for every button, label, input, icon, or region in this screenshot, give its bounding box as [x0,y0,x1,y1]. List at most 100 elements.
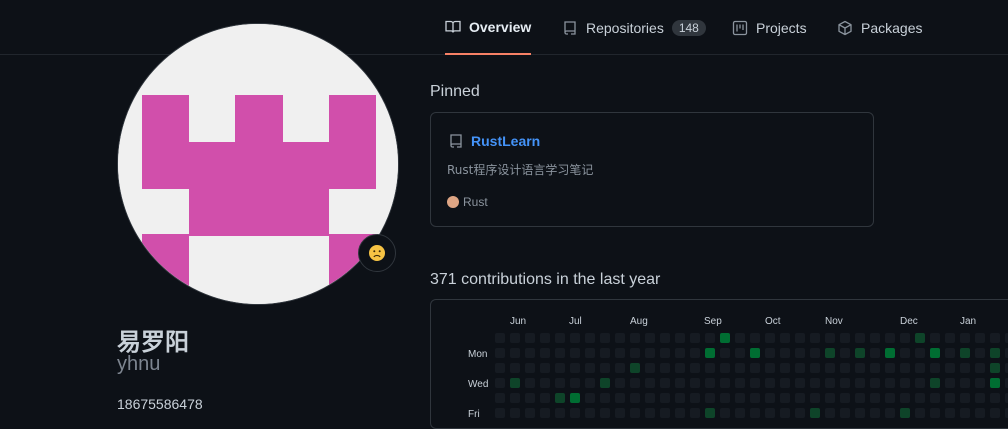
contribution-day-cell[interactable] [630,363,640,373]
contribution-day-cell[interactable] [945,348,955,358]
contribution-day-cell[interactable] [600,333,610,343]
contribution-day-cell[interactable] [630,408,640,418]
contribution-day-cell[interactable] [990,348,1000,358]
contribution-day-cell[interactable] [555,348,565,358]
contribution-day-cell[interactable] [675,333,685,343]
contribution-day-cell[interactable] [555,363,565,373]
contribution-day-cell[interactable] [750,408,760,418]
contribution-day-cell[interactable] [855,333,865,343]
contribution-day-cell[interactable] [735,408,745,418]
contribution-day-cell[interactable] [645,363,655,373]
contribution-day-cell[interactable] [780,348,790,358]
contribution-day-cell[interactable] [975,408,985,418]
contribution-day-cell[interactable] [960,348,970,358]
contribution-day-cell[interactable] [750,348,760,358]
contribution-day-cell[interactable] [975,333,985,343]
contribution-day-cell[interactable] [585,348,595,358]
contribution-day-cell[interactable] [570,363,580,373]
contribution-day-cell[interactable] [915,348,925,358]
contribution-day-cell[interactable] [930,378,940,388]
contribution-day-cell[interactable] [630,393,640,403]
contribution-day-cell[interactable] [555,408,565,418]
contribution-day-cell[interactable] [870,378,880,388]
contribution-day-cell[interactable] [735,378,745,388]
contribution-day-cell[interactable] [945,393,955,403]
contribution-day-cell[interactable] [780,378,790,388]
contribution-day-cell[interactable] [990,378,1000,388]
contribution-day-cell[interactable] [810,408,820,418]
contribution-day-cell[interactable] [960,363,970,373]
contribution-day-cell[interactable] [945,333,955,343]
contribution-day-cell[interactable] [765,408,775,418]
tab-overview[interactable]: Overview [445,0,532,55]
contribution-day-cell[interactable] [495,378,505,388]
contribution-day-cell[interactable] [600,378,610,388]
contribution-day-cell[interactable] [885,393,895,403]
contribution-day-cell[interactable] [735,333,745,343]
contribution-day-cell[interactable] [840,363,850,373]
contribution-day-cell[interactable] [690,393,700,403]
contribution-day-cell[interactable] [840,348,850,358]
contribution-day-cell[interactable] [555,393,565,403]
tab-repositories[interactable]: Repositories 148 [562,0,706,55]
contribution-day-cell[interactable] [795,348,805,358]
contribution-day-cell[interactable] [525,348,535,358]
contribution-day-cell[interactable] [900,348,910,358]
contribution-day-cell[interactable] [555,333,565,343]
contribution-day-cell[interactable] [600,393,610,403]
contribution-day-cell[interactable] [600,363,610,373]
contribution-day-cell[interactable] [585,393,595,403]
contribution-day-cell[interactable] [495,363,505,373]
pinned-repo-link[interactable]: RustLearn [471,133,540,149]
contribution-day-cell[interactable] [690,408,700,418]
contribution-day-cell[interactable] [750,363,760,373]
contribution-day-cell[interactable] [765,348,775,358]
contribution-day-cell[interactable] [885,378,895,388]
contribution-day-cell[interactable] [840,378,850,388]
contribution-day-cell[interactable] [720,348,730,358]
contribution-day-cell[interactable] [615,408,625,418]
contribution-day-cell[interactable] [825,348,835,358]
contribution-day-cell[interactable] [705,378,715,388]
contribution-day-cell[interactable] [495,333,505,343]
contribution-day-cell[interactable] [540,378,550,388]
contribution-day-cell[interactable] [870,363,880,373]
contribution-day-cell[interactable] [525,408,535,418]
contribution-day-cell[interactable] [855,378,865,388]
contribution-day-cell[interactable] [795,408,805,418]
contribution-day-cell[interactable] [525,378,535,388]
contribution-day-cell[interactable] [990,363,1000,373]
contribution-day-cell[interactable] [870,348,880,358]
contribution-day-cell[interactable] [975,378,985,388]
contribution-day-cell[interactable] [840,393,850,403]
contribution-day-cell[interactable] [510,393,520,403]
contribution-day-cell[interactable] [705,408,715,418]
contribution-day-cell[interactable] [750,378,760,388]
contribution-day-cell[interactable] [915,333,925,343]
contribution-day-cell[interactable] [555,378,565,388]
contribution-day-cell[interactable] [825,408,835,418]
contribution-day-cell[interactable] [690,363,700,373]
contribution-day-cell[interactable] [765,378,775,388]
contribution-day-cell[interactable] [525,393,535,403]
contribution-day-cell[interactable] [570,378,580,388]
contribution-day-cell[interactable] [720,363,730,373]
contribution-day-cell[interactable] [825,333,835,343]
contribution-day-cell[interactable] [930,393,940,403]
contribution-day-cell[interactable] [780,408,790,418]
contribution-day-cell[interactable] [765,333,775,343]
contribution-day-cell[interactable] [540,393,550,403]
contribution-day-cell[interactable] [690,378,700,388]
contribution-day-cell[interactable] [645,408,655,418]
contribution-day-cell[interactable] [780,333,790,343]
contribution-day-cell[interactable] [720,378,730,388]
contribution-day-cell[interactable] [675,348,685,358]
contribution-day-cell[interactable] [900,408,910,418]
contribution-day-cell[interactable] [705,393,715,403]
contribution-day-cell[interactable] [825,378,835,388]
contribution-day-cell[interactable] [585,408,595,418]
contribution-day-cell[interactable] [525,363,535,373]
contribution-day-cell[interactable] [540,408,550,418]
contribution-day-cell[interactable] [990,408,1000,418]
contribution-day-cell[interactable] [930,408,940,418]
